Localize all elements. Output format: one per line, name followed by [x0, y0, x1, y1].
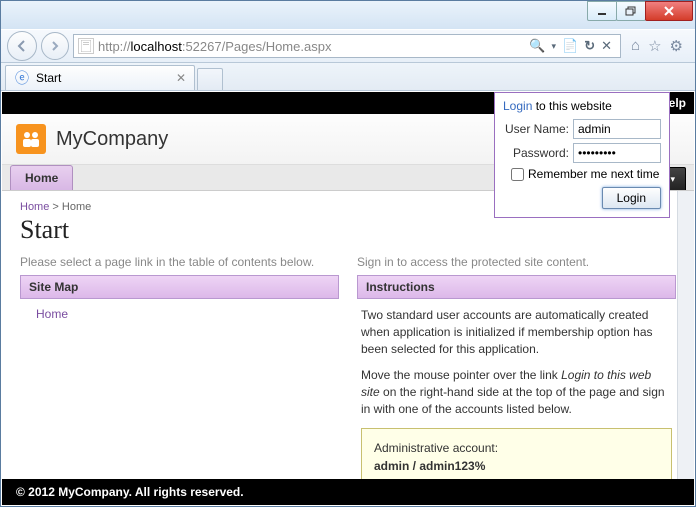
left-column: Please select a page link in the table o…	[20, 255, 339, 505]
dropdown-icon[interactable]: ▾	[552, 41, 557, 52]
remember-label: Remember me next time	[528, 167, 659, 181]
login-button[interactable]: Login	[602, 187, 661, 209]
window-minimize-button[interactable]	[587, 1, 617, 21]
nav-back-button[interactable]	[7, 31, 37, 61]
username-input[interactable]	[573, 119, 661, 139]
settings-icon[interactable]: ⚙	[670, 37, 683, 55]
refresh-icon[interactable]: ↻	[584, 38, 595, 54]
minimize-icon	[597, 6, 607, 16]
page-title: Start	[20, 215, 676, 245]
restore-icon	[625, 6, 637, 16]
nav-forward-button[interactable]	[41, 32, 69, 60]
breadcrumb-current: Home	[62, 201, 91, 213]
favicon-ie-icon: ⓔ	[14, 70, 30, 86]
tab-title: Start	[36, 71, 170, 85]
login-popup: Login to this website User Name: Passwor…	[494, 92, 670, 218]
sitemap-link-home[interactable]: Home	[24, 307, 68, 321]
browser-window: http://localhost:52267/Pages/Home.aspx 🔍…	[0, 0, 696, 507]
compat-icon[interactable]: 📄	[562, 38, 578, 54]
browser-tab[interactable]: ⓔ Start ✕	[5, 65, 195, 90]
username-label: User Name:	[503, 122, 569, 136]
close-icon	[663, 6, 675, 16]
password-input[interactable]	[573, 143, 661, 163]
admin-account-value: admin / admin123%	[374, 459, 485, 473]
sitemap-header: Site Map	[20, 275, 339, 299]
admin-account-label: Administrative account:	[374, 439, 659, 457]
footer-text: © 2012 MyCompany. All rights reserved.	[16, 485, 244, 499]
stop-icon[interactable]: ✕	[601, 38, 612, 54]
content-area: Home > Home Start Please select a page l…	[2, 191, 694, 505]
right-hint: Sign in to access the protected site con…	[357, 255, 676, 269]
right-column: Sign in to access the protected site con…	[357, 255, 676, 505]
tab-close-icon[interactable]: ✕	[176, 71, 186, 85]
tab-strip: ⓔ Start ✕	[1, 63, 695, 91]
browser-toolbar: http://localhost:52267/Pages/Home.aspx 🔍…	[1, 29, 695, 63]
new-tab-button[interactable]	[197, 68, 223, 90]
left-hint: Please select a page link in the table o…	[20, 255, 339, 269]
instructions-p1: Two standard user accounts are automatic…	[361, 307, 672, 357]
chevron-down-icon: ▾	[670, 174, 675, 185]
instructions-header: Instructions	[357, 275, 676, 299]
login-popup-header: Login to this website	[503, 99, 661, 113]
page-footer: © 2012 MyCompany. All rights reserved.	[2, 479, 694, 505]
people-icon	[21, 130, 41, 148]
password-label: Password:	[503, 146, 569, 160]
page-icon	[78, 38, 94, 54]
window-close-button[interactable]	[645, 1, 693, 21]
nav-tab-home[interactable]: Home	[10, 165, 73, 190]
arrow-left-icon	[15, 39, 29, 53]
login-link[interactable]: Login	[503, 99, 532, 113]
favorites-icon[interactable]: ☆	[648, 37, 661, 55]
breadcrumb-home-link[interactable]: Home	[20, 201, 49, 213]
window-restore-button[interactable]	[616, 1, 646, 21]
remember-checkbox[interactable]	[511, 168, 524, 181]
company-logo	[16, 124, 46, 154]
page-viewport: Help MyCompany Home ns ▾	[2, 92, 694, 505]
window-titlebar	[1, 1, 695, 29]
home-icon[interactable]: ⌂	[631, 37, 640, 55]
address-bar[interactable]: http://localhost:52267/Pages/Home.aspx 🔍…	[73, 34, 621, 58]
company-name: MyCompany	[56, 128, 168, 151]
instructions-p2: Move the mouse pointer over the link Log…	[361, 367, 672, 417]
search-icon[interactable]: 🔍	[529, 38, 545, 54]
arrow-right-icon	[49, 40, 61, 52]
url-text: http://localhost:52267/Pages/Home.aspx	[98, 39, 521, 54]
